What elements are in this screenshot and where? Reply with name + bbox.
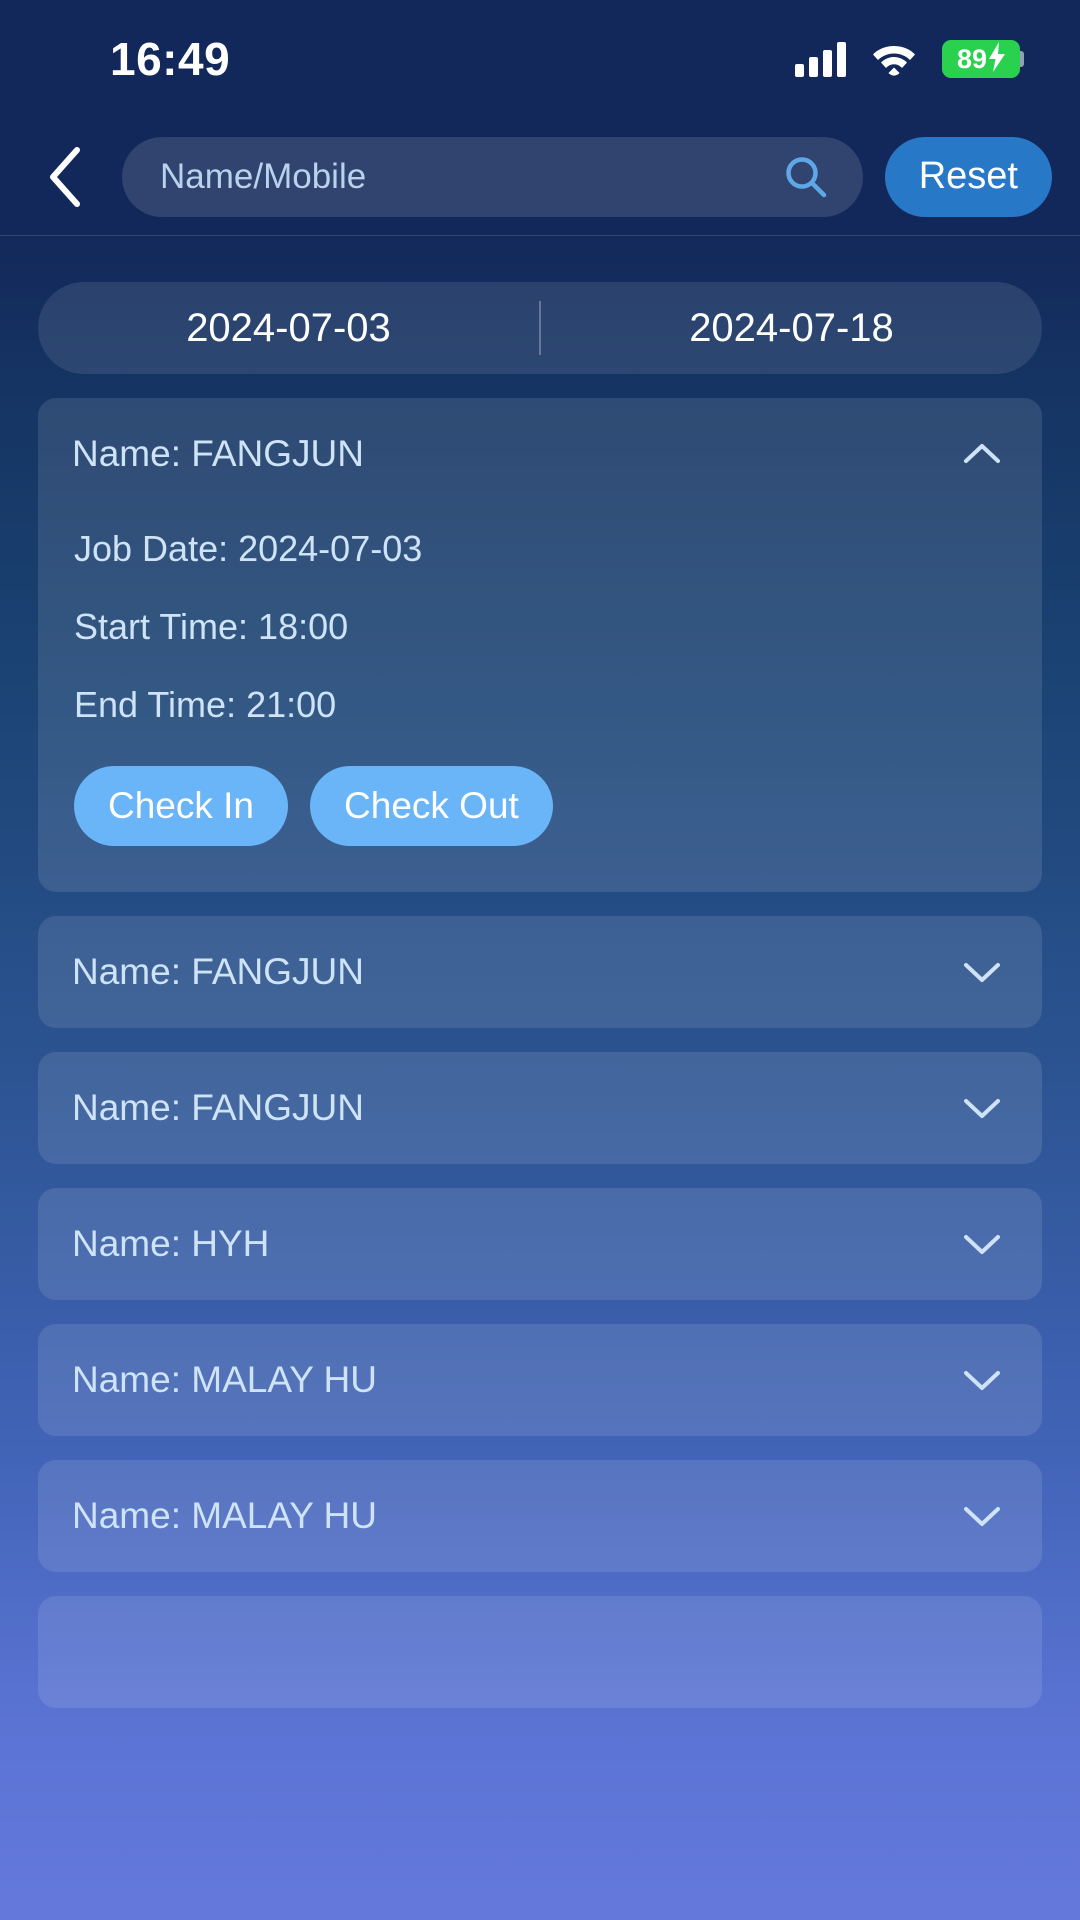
job-card[interactable]: Name: MALAY HU [38, 1324, 1042, 1436]
lightning-bolt-icon [987, 41, 1007, 77]
start-time-row: Start Time: 18:00 [74, 606, 349, 647]
job-card-name: Name: FANGJUN [72, 951, 364, 992]
date-range-selector[interactable]: 2024-07-03 2024-07-18 [38, 282, 1042, 374]
job-card-actions: Check In Check Out [72, 744, 1008, 852]
search-box[interactable] [122, 136, 863, 217]
battery-percent-label: 89 [956, 43, 988, 74]
job-card[interactable]: Name: MALAY HU [38, 1460, 1042, 1572]
job-card-expanded[interactable]: Name: FANGJUN Job Date: 2024-07-03 Start… [38, 398, 1042, 892]
reset-button[interactable]: Reset [884, 136, 1052, 217]
chevron-left-icon [50, 146, 80, 207]
job-card-header[interactable]: Name: FANGJUN [72, 916, 1008, 1028]
job-date-row: Job Date: 2024-07-03 [74, 528, 423, 569]
end-time-row: End Time: 21:00 [74, 684, 337, 725]
job-card-header[interactable]: Name: MALAY HU [72, 1324, 1008, 1436]
app-header: Reset [0, 118, 1080, 236]
date-range-start[interactable]: 2024-07-03 [38, 306, 539, 351]
job-card-name: Name: HYH [72, 1223, 270, 1264]
job-card[interactable]: Name: FANGJUN [38, 916, 1042, 1028]
chevron-down-icon[interactable] [956, 1082, 1008, 1134]
back-button[interactable] [30, 142, 100, 212]
status-bar: 16:49 89 [0, 0, 1080, 118]
chevron-down-icon[interactable] [956, 1490, 1008, 1542]
check-in-button[interactable]: Check In [74, 766, 289, 846]
job-card-header[interactable]: Name: FANGJUN [72, 1052, 1008, 1164]
job-card[interactable]: Name: FANGJUN [38, 1052, 1042, 1164]
search-icon[interactable] [783, 154, 829, 200]
job-card-name: Name: FANGJUN [72, 433, 364, 474]
status-time: 16:49 [110, 33, 231, 85]
status-icons: 89 [795, 40, 1024, 78]
signal-bars-icon [795, 41, 846, 77]
chevron-down-icon[interactable] [956, 1354, 1008, 1406]
job-list: Name: FANGJUN Job Date: 2024-07-03 Start… [0, 374, 1080, 1708]
chevron-up-icon[interactable] [956, 428, 1008, 480]
job-card-name: Name: MALAY HU [72, 1495, 377, 1536]
job-card-partial[interactable] [38, 1596, 1042, 1708]
job-card-header[interactable]: Name: FANGJUN [72, 398, 1008, 510]
job-card-header[interactable] [72, 1596, 1008, 1708]
chevron-down-icon[interactable] [956, 946, 1008, 998]
battery-icon: 89 [942, 40, 1024, 78]
date-range-section: 2024-07-03 2024-07-18 [0, 236, 1080, 374]
job-card-header[interactable]: Name: HYH [72, 1188, 1008, 1300]
job-card-name: Name: MALAY HU [72, 1359, 377, 1400]
check-out-button[interactable]: Check Out [310, 766, 553, 846]
date-range-end[interactable]: 2024-07-18 [541, 306, 1042, 351]
wifi-icon [872, 42, 916, 76]
chevron-down-icon[interactable] [956, 1218, 1008, 1270]
job-card-header[interactable]: Name: MALAY HU [72, 1460, 1008, 1572]
job-card[interactable]: Name: HYH [38, 1188, 1042, 1300]
search-input[interactable] [160, 156, 783, 197]
job-card-name: Name: FANGJUN [72, 1087, 364, 1128]
